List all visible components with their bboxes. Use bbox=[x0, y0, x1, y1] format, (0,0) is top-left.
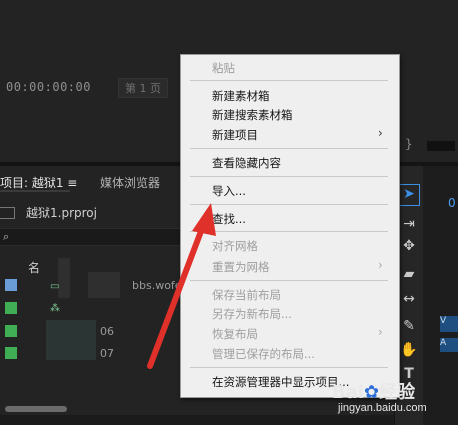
menu-separator bbox=[190, 280, 388, 281]
paw-icon: ✿ bbox=[364, 382, 380, 403]
submenu-arrow-icon: › bbox=[378, 258, 383, 272]
column-header-name[interactable]: 名 bbox=[28, 259, 40, 276]
menu-item-reset-to-grid[interactable]: 重置为网格 bbox=[212, 259, 270, 275]
list-item-name[interactable]: 07 bbox=[100, 347, 114, 360]
watermark-logo-suffix: 经验 bbox=[379, 382, 416, 403]
label-color-swatch[interactable] bbox=[5, 302, 17, 314]
menu-item-restore-layout[interactable]: 恢复布局 bbox=[212, 326, 258, 342]
monitor-controls-stub: } bbox=[405, 135, 458, 157]
timeline-timecode[interactable]: 0 bbox=[448, 196, 456, 210]
label-color-swatch[interactable] bbox=[5, 325, 17, 337]
label-color-swatch[interactable] bbox=[5, 347, 17, 359]
menu-separator bbox=[190, 231, 388, 232]
menu-item-view-hidden[interactable]: 查看隐藏内容 bbox=[212, 155, 281, 171]
project-file-name: 越狱1.prproj bbox=[26, 206, 97, 220]
menu-separator bbox=[190, 367, 388, 368]
submenu-arrow-icon: › bbox=[378, 126, 383, 140]
menu-item-find[interactable]: 查找... bbox=[212, 211, 246, 227]
blurred-thumbnail bbox=[46, 320, 96, 360]
menu-item-align-to-grid[interactable]: 对齐网格 bbox=[212, 238, 258, 254]
hand-icon[interactable]: ✋ bbox=[400, 342, 418, 358]
menu-item-save-as-new-layout[interactable]: 另存为新布局... bbox=[212, 306, 292, 322]
clip-icon: ⁂ bbox=[50, 303, 60, 314]
menu-separator bbox=[190, 80, 388, 81]
list-item-name[interactable]: 06 bbox=[100, 325, 114, 338]
watermark-logo: Bai✿经验 bbox=[332, 378, 415, 404]
tab-project-underline bbox=[0, 190, 70, 192]
submenu-arrow-icon: › bbox=[378, 325, 383, 339]
menu-item-new-bin[interactable]: 新建素材箱 bbox=[212, 88, 270, 104]
track-select-icon[interactable]: ⇥ bbox=[400, 216, 418, 232]
menu-separator bbox=[190, 148, 388, 149]
baidu-jingyan-watermark: Bai✿经验 jingyan.baidu.com bbox=[332, 378, 456, 422]
razor-icon[interactable]: ▰ bbox=[400, 266, 418, 282]
blurred-content bbox=[88, 272, 120, 298]
menu-separator bbox=[190, 176, 388, 177]
page-indicator: 第 1 页 bbox=[118, 78, 168, 98]
track-a1-toggle[interactable]: A bbox=[440, 338, 458, 352]
tab-project[interactable]: 项目: 越狱1 ≡ bbox=[0, 174, 77, 191]
selection-tool-icon[interactable]: ➤ bbox=[400, 186, 418, 202]
folder-icon bbox=[0, 207, 15, 219]
menu-item-save-layout[interactable]: 保存当前布局 bbox=[212, 287, 281, 303]
sequence-icon: ▭ bbox=[50, 281, 60, 292]
horizontal-scrollbar[interactable] bbox=[5, 406, 67, 412]
menu-item-paste[interactable]: 粘贴 bbox=[212, 60, 235, 76]
menu-item-new-item[interactable]: 新建项目 bbox=[212, 127, 258, 143]
ripple-edit-icon[interactable]: ✥ bbox=[400, 238, 418, 254]
tab-media-browser[interactable]: 媒体浏览器 bbox=[100, 174, 160, 191]
monitor-control-block[interactable] bbox=[427, 141, 455, 151]
program-timecode[interactable]: 00:00:00:00 bbox=[6, 80, 91, 94]
menu-separator bbox=[190, 204, 388, 205]
blurred-content bbox=[58, 258, 70, 298]
menu-item-new-search-bin[interactable]: 新建搜索素材箱 bbox=[212, 107, 293, 123]
pen-icon[interactable]: ✎ bbox=[400, 318, 418, 334]
watermark-logo-prefix: Bai bbox=[332, 382, 365, 403]
label-color-swatch[interactable] bbox=[5, 279, 17, 291]
menu-item-reveal-in-explorer[interactable]: 在资源管理器中显示项目... bbox=[212, 374, 349, 390]
track-v1-toggle[interactable]: V bbox=[440, 316, 458, 332]
watermark-url: jingyan.baidu.com bbox=[338, 402, 427, 414]
search-icon: ⌕ bbox=[3, 230, 10, 243]
menu-item-manage-layouts[interactable]: 管理已保存的布局... bbox=[212, 346, 315, 362]
brace-icon[interactable]: } bbox=[405, 137, 413, 151]
menu-item-import[interactable]: 导入... bbox=[212, 183, 246, 199]
slip-icon[interactable]: ↔ bbox=[400, 291, 418, 307]
